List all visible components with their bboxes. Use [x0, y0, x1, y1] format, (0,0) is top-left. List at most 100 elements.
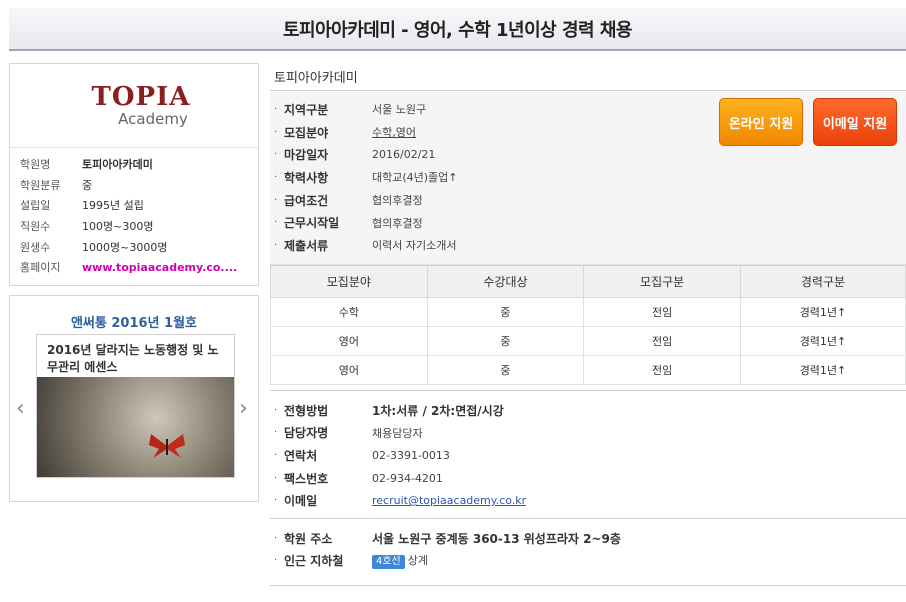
process-value: 채용담당자 — [372, 426, 423, 440]
detail-row-region: · 지역구분 서울 노원구 — [274, 98, 458, 121]
info-label: 직원수 — [20, 220, 51, 234]
chevron-left-icon[interactable]: ‹ — [16, 396, 25, 421]
detail-label: 마감일자 — [284, 148, 329, 163]
process-row-phone: · 연락처 02-3391-0013 — [274, 444, 526, 467]
detail-value: 협의후결정 — [372, 216, 423, 230]
table-cell: 전임 — [583, 297, 741, 327]
academy-card: TOPIA Academy 학원명 토피아아카데미 학원분류 중 설립일 199… — [9, 63, 259, 286]
bullet-icon: · — [274, 555, 278, 567]
info-value: 중 — [82, 178, 93, 192]
process-row-contact-person: · 담당자명 채용담당자 — [274, 422, 526, 445]
info-label: 학원명 — [20, 158, 51, 172]
detail-row-start-date: · 근무시작일 협의후결정 — [274, 211, 458, 234]
detail-row-deadline: · 마감일자 2016/02/21 — [274, 143, 458, 166]
bullet-icon: · — [274, 149, 278, 161]
online-apply-button[interactable]: 온라인 지원 — [719, 98, 803, 146]
table-cell: 수학 — [270, 297, 428, 327]
subway-row: · 인근 지하철 4호선 상계 — [274, 550, 621, 573]
address-info: · 학원 주소 서울 노원구 중계동 360-13 위성프라자 2~9층 · 인… — [270, 518, 906, 586]
process-row-method: · 전형방법 1차:서류 / 2차:면접/시강 — [274, 399, 526, 422]
detail-row-documents: · 제출서류 이력서 자기소개서 — [274, 234, 458, 257]
subway-station: 상계 — [407, 554, 429, 568]
info-value: 1000명~3000명 — [82, 240, 168, 254]
process-value: 02-934-4201 — [372, 471, 443, 485]
email-link[interactable]: recruit@topiaacademy.co.kr — [372, 494, 526, 507]
company-name: 토피아아카데미 — [270, 63, 906, 91]
bullet-icon: · — [274, 126, 278, 138]
detail-label: 급여조건 — [284, 193, 329, 208]
process-row-fax: · 팩스번호 02-934-4201 — [274, 467, 526, 490]
field-link[interactable]: 수학,영어 — [372, 124, 416, 140]
info-row-founded: 설립일 1995년 설립 — [20, 195, 258, 216]
process-label: 팩스번호 — [284, 471, 329, 486]
detail-value: 대학교(4년)졸업↑ — [372, 171, 458, 185]
detail-row-education: · 학력사항 대학교(4년)졸업↑ — [274, 166, 458, 189]
subway-label: 인근 지하철 — [284, 554, 344, 569]
detail-label: 근무시작일 — [284, 216, 340, 231]
banner-text: 2016년 달라지는 노동행정 및 노무관리 에센스 — [47, 343, 219, 374]
bullet-icon: · — [274, 472, 278, 484]
butterfly-icon — [149, 434, 185, 458]
promo-card: 앤써통 2016년 1월호 ‹ 2016년 달라지는 노동행정 및 노무관리 에… — [9, 295, 259, 502]
detail-label: 모집분야 — [284, 125, 329, 140]
academy-info-list: 학원명 토피아아카데미 학원분류 중 설립일 1995년 설립 직원수 100명… — [10, 148, 258, 278]
table-cell: 중 — [426, 355, 585, 385]
info-value: 100명~300명 — [82, 220, 154, 234]
bullet-icon: · — [274, 103, 278, 115]
table-cell: 경력1년↑ — [739, 297, 906, 327]
recruit-table: 모집분야 수강대상 모집구분 경력구분 수학 중 전임 경력1년↑ 영어 중 전… — [270, 265, 906, 385]
bullet-icon: · — [274, 239, 278, 251]
detail-label: 지역구분 — [284, 102, 329, 117]
detail-value: 서울 노원구 — [372, 103, 427, 117]
detail-row-field: · 모집분야 수학,영어 — [274, 121, 458, 144]
info-label: 홈페이지 — [20, 261, 61, 275]
table-row: 영어 중 전임 경력1년↑ — [270, 355, 906, 385]
process-label: 연락처 — [284, 448, 318, 463]
promo-title[interactable]: 앤써통 2016년 1월호 — [10, 296, 258, 332]
address-value: 서울 노원구 중계동 360-13 위성프라자 2~9층 — [372, 531, 621, 546]
info-label: 학원분류 — [20, 178, 61, 192]
table-cell: 영어 — [270, 355, 428, 385]
detail-label: 학력사항 — [284, 170, 329, 185]
table-cell: 경력1년↑ — [739, 355, 906, 385]
homepage-link[interactable]: www.topiaacademy.co.... — [82, 261, 250, 274]
address-rows: · 학원 주소 서울 노원구 중계동 360-13 위성프라자 2~9층 · 인… — [274, 527, 621, 572]
chevron-right-icon[interactable]: › — [239, 396, 248, 421]
detail-rows: · 지역구분 서울 노원구 · 모집분야 수학,영어 · 마감일자 2016/0… — [274, 98, 458, 257]
process-value: 02-3391-0013 — [372, 448, 450, 462]
process-label: 이메일 — [284, 494, 318, 509]
detail-value: 협의후결정 — [372, 194, 423, 208]
bullet-icon: · — [274, 404, 278, 416]
banner-image — [37, 377, 234, 477]
info-label: 설립일 — [20, 199, 51, 213]
process-info: · 전형방법 1차:서류 / 2차:면접/시강 · 담당자명 채용담당자 · 연… — [270, 390, 906, 512]
subway-line-badge: 4호선 — [372, 555, 405, 570]
table-header: 경력구분 — [739, 265, 906, 298]
address-row: · 학원 주소 서울 노원구 중계동 360-13 위성프라자 2~9층 — [274, 527, 621, 550]
detail-value: 이력서 자기소개서 — [372, 239, 457, 253]
promo-banner[interactable]: 2016년 달라지는 노동행정 및 노무관리 에센스 — [36, 334, 235, 478]
page-title-bar: 토피아아카데미 - 영어, 수학 1년이상 경력 채용 — [9, 8, 906, 51]
info-row-category: 학원분류 중 — [20, 175, 258, 196]
process-value: 1차:서류 / 2차:면접/시강 — [372, 403, 504, 418]
info-value: 1995년 설립 — [82, 199, 144, 213]
table-cell: 경력1년↑ — [739, 326, 906, 356]
logo-main-text: TOPIA — [91, 81, 191, 112]
table-header: 수강대상 — [426, 265, 585, 298]
email-apply-button[interactable]: 이메일 지원 — [813, 98, 897, 146]
detail-value: 2016/02/21 — [372, 148, 436, 162]
academy-logo[interactable]: TOPIA Academy — [10, 64, 258, 148]
info-row-students: 원생수 1000명~3000명 — [20, 236, 258, 257]
detail-label: 제출서류 — [284, 238, 329, 253]
info-label: 원생수 — [20, 240, 51, 254]
table-cell: 전임 — [583, 355, 741, 385]
info-value: 토피아아카데미 — [82, 158, 153, 172]
bullet-icon: · — [274, 449, 278, 461]
table-cell: 중 — [426, 297, 585, 327]
subway-value: 4호선 상계 — [372, 552, 429, 570]
bullet-icon: · — [274, 532, 278, 544]
info-row-staff: 직원수 100명~300명 — [20, 216, 258, 237]
table-cell: 전임 — [583, 326, 741, 356]
process-rows: · 전형방법 1차:서류 / 2차:면접/시강 · 담당자명 채용담당자 · 연… — [274, 399, 526, 512]
info-row-name: 학원명 토피아아카데미 — [20, 154, 258, 175]
